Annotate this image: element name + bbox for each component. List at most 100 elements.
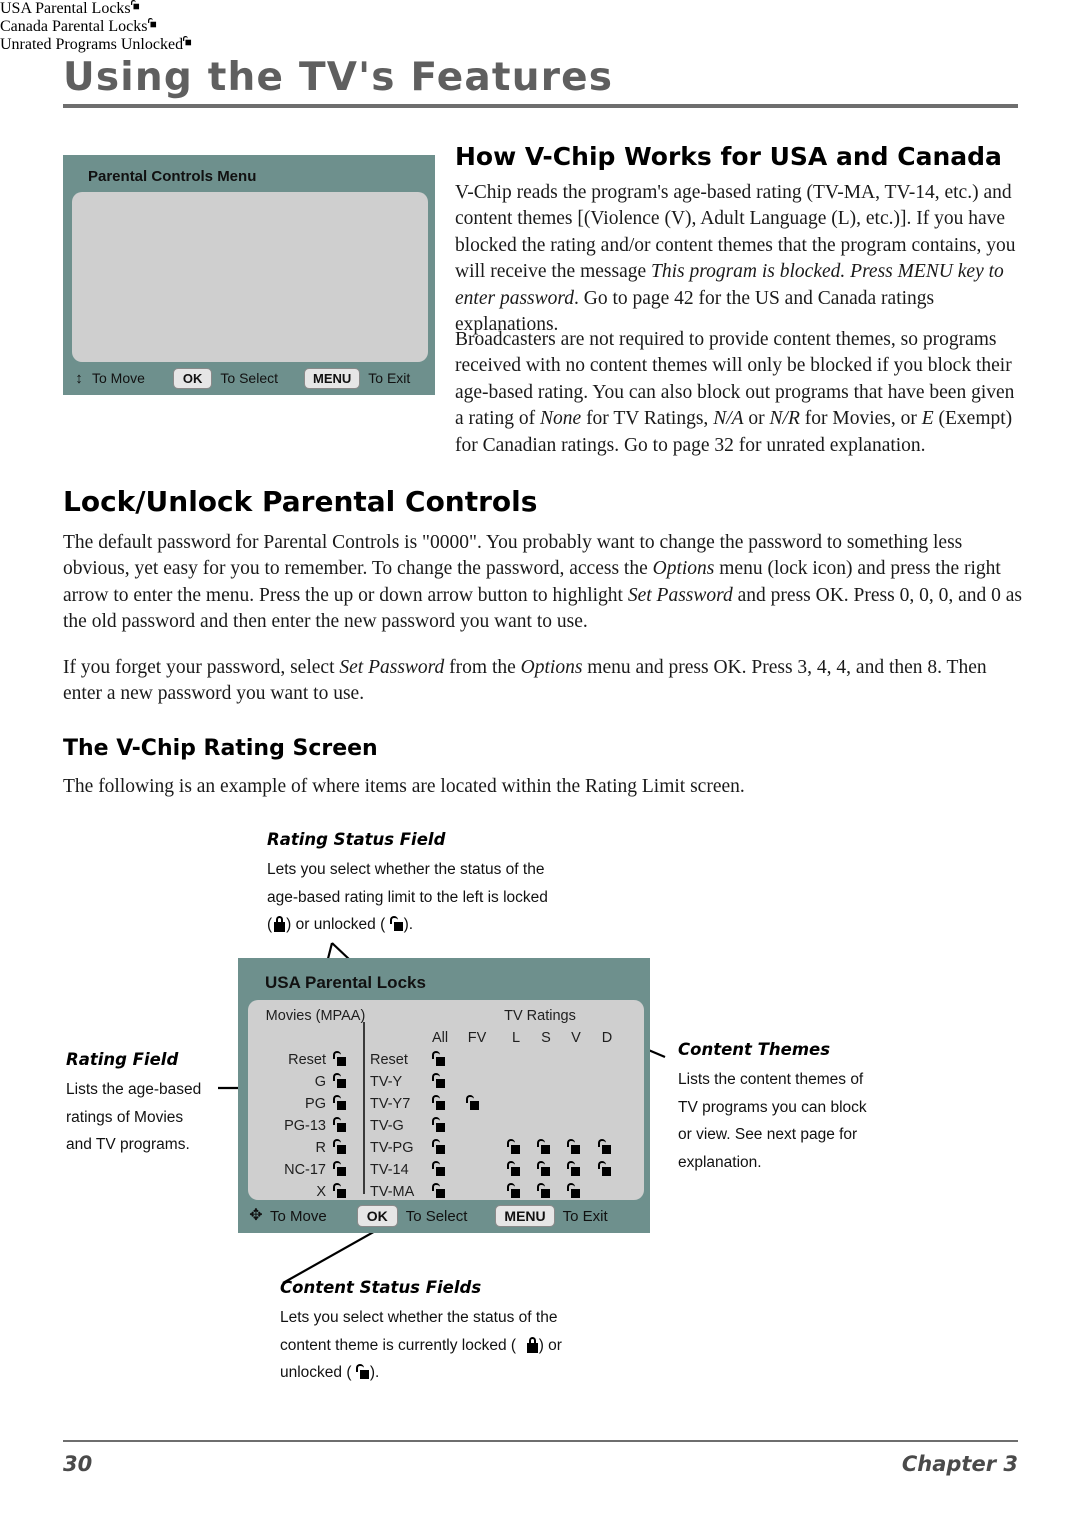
- paragraph-lock-unlock-1: The default password for Parental Contro…: [63, 532, 1022, 633]
- movies-row-label: NC-17: [284, 1162, 326, 1178]
- callout-body-content-themes: Lists the content themes of TV programs …: [678, 1066, 938, 1176]
- manual-page: Using the TV's Features Parental Control…: [0, 0, 1080, 1527]
- theme-unlock-icon-l[interactable]: [507, 1139, 520, 1154]
- theme-unlock-icon-v[interactable]: [567, 1183, 580, 1198]
- unlock-icon[interactable]: [333, 1183, 346, 1198]
- tv-row-label: TV-MA: [370, 1184, 415, 1200]
- unlock-icon[interactable]: [432, 1073, 445, 1088]
- tv-row-label: TV-G: [370, 1118, 404, 1134]
- theme-header-fv: FV: [467, 1030, 487, 1046]
- section-heading-how-vchip: How V-Chip Works for USA and Canada: [455, 142, 1002, 171]
- parental-controls-menu-list: USA Parental Locks Canada Parental Locks…: [0, 0, 1080, 54]
- usa-parental-locks-footer: ✥ To Move OK To Select MENU To Exit: [248, 1203, 644, 1229]
- dpad-icon: ✥: [249, 1207, 263, 1224]
- theme-unlock-icon-v[interactable]: [567, 1139, 580, 1154]
- callout-line: TV programs you can block: [678, 1098, 867, 1116]
- movies-column-header: Movies (MPAA): [265, 1008, 366, 1024]
- unlock-icon[interactable]: [432, 1051, 445, 1066]
- to-select-label: To Select: [405, 1207, 468, 1225]
- menu-key[interactable]: MENU: [304, 367, 361, 389]
- menu-item-unrated-programs[interactable]: Unrated Programs Unlocked: [0, 36, 1080, 54]
- lock-closed-icon: [525, 1336, 539, 1353]
- unlock-icon[interactable]: [333, 1095, 346, 1110]
- theme-unlock-icon-s[interactable]: [537, 1183, 550, 1198]
- tv-row-label: TV-Y: [370, 1074, 403, 1090]
- menu-key[interactable]: MENU: [495, 1205, 555, 1227]
- section-heading-rating-screen: The V-Chip Rating Screen: [63, 736, 378, 761]
- ok-key[interactable]: OK: [356, 1205, 398, 1227]
- movies-row-label: PG: [305, 1096, 326, 1112]
- callout-body-rating-status-field: Lets you select whether the status of th…: [267, 856, 667, 939]
- tv-row-label: TV-14: [370, 1162, 409, 1178]
- theme-header-all: All: [431, 1030, 449, 1046]
- unlock-icon[interactable]: [333, 1117, 346, 1132]
- callout-line: or view. See next page for: [678, 1126, 858, 1143]
- menu-item-canada-parental-locks[interactable]: Canada Parental Locks: [0, 18, 1080, 36]
- unlock-icon[interactable]: [432, 1183, 445, 1198]
- footer-divider: [63, 1440, 1018, 1442]
- parental-controls-menu-panel: [72, 192, 428, 362]
- callout-line: explanation.: [678, 1153, 762, 1171]
- callout-line: Lists the age-based: [66, 1081, 202, 1098]
- tv-row-label: TV-PG: [370, 1140, 414, 1156]
- movies-row-label: R: [315, 1140, 326, 1156]
- theme-header-v: V: [571, 1030, 581, 1046]
- unlock-icon[interactable]: [333, 1139, 346, 1154]
- menu-item-value: Unlocked: [120, 36, 184, 53]
- callout-line: unlocked ( ).: [280, 1364, 380, 1381]
- movies-row-label: PG-13: [284, 1118, 326, 1134]
- paragraph-how-vchip-2: Broadcasters are not required to provide…: [455, 329, 1015, 456]
- callout-title-content-status-fields: Content Status Fields: [280, 1278, 482, 1297]
- page-title: Using the TV's Features: [63, 55, 614, 100]
- theme-header-s: S: [541, 1030, 551, 1046]
- theme-header-d: D: [601, 1030, 613, 1046]
- theme-unlock-icon-s[interactable]: [537, 1139, 550, 1154]
- theme-unlock-icon-d[interactable]: [598, 1139, 611, 1154]
- callout-line: Lets you select whether the status of th…: [267, 861, 545, 878]
- lock-closed-icon: [272, 916, 286, 932]
- theme-unlock-icon-l[interactable]: [507, 1183, 520, 1198]
- callout-title-rating-status-field: Rating Status Field: [267, 830, 446, 849]
- theme-unlock-icon-v[interactable]: [567, 1161, 580, 1176]
- tv-ratings-column-header: TV Ratings: [504, 1008, 576, 1024]
- unlock-icon[interactable]: [333, 1073, 346, 1088]
- movies-row-label: Reset: [288, 1052, 326, 1068]
- theme-unlock-icon-l[interactable]: [507, 1161, 520, 1176]
- to-exit-label: To Exit: [368, 370, 411, 386]
- unlock-icon: [389, 916, 404, 932]
- column-divider: [363, 1022, 365, 1194]
- menu-item-usa-parental-locks[interactable]: USA Parental Locks: [0, 0, 1080, 18]
- callout-line: and TV programs.: [66, 1136, 190, 1153]
- callout-line: content theme is currently locked ( ) or: [280, 1336, 562, 1354]
- usa-parental-locks-title: USA Parental Locks: [265, 973, 426, 992]
- tv-row-label: TV-Y7: [370, 1096, 411, 1112]
- callout-line: Lists the content themes of: [678, 1071, 864, 1088]
- updown-arrow-icon: ↕: [75, 369, 83, 387]
- menu-item-label: Unrated Programs: [0, 36, 117, 53]
- paragraph-how-vchip-1: V-Chip reads the program's age-based rat…: [455, 182, 1016, 336]
- theme-unlock-icon-fv[interactable]: [466, 1095, 479, 1110]
- callout-line: ratings of Movies: [66, 1108, 184, 1126]
- theme-unlock-icon-d[interactable]: [598, 1161, 611, 1176]
- menu-item-label: USA Parental Locks: [0, 0, 131, 17]
- callout-line: age-based rating limit to the left is lo…: [267, 888, 548, 906]
- to-exit-label: To Exit: [562, 1207, 608, 1225]
- unlock-icon[interactable]: [432, 1095, 445, 1110]
- callout-body-content-status-fields: Lets you select whether the status of th…: [280, 1304, 680, 1387]
- tv-row-label: Reset: [370, 1052, 408, 1068]
- unlock-icon[interactable]: [432, 1117, 445, 1132]
- unlock-icon[interactable]: [333, 1161, 346, 1176]
- unlock-icon[interactable]: [432, 1161, 445, 1176]
- unlock-icon[interactable]: [432, 1139, 445, 1154]
- chapter-label: Chapter 3: [901, 1452, 1018, 1476]
- unlock-icon[interactable]: [333, 1051, 346, 1066]
- callout-line: () or unlocked ( ).: [267, 916, 414, 933]
- callout-line: Lets you select whether the status of th…: [280, 1309, 558, 1326]
- theme-unlock-icon-s[interactable]: [537, 1161, 550, 1176]
- header-divider: [63, 104, 1018, 108]
- ok-key[interactable]: OK: [172, 367, 213, 389]
- movies-row-label: X: [316, 1184, 326, 1200]
- menu-item-label: Canada Parental Locks: [0, 18, 148, 35]
- callout-title-content-themes: Content Themes: [678, 1040, 831, 1059]
- to-move-label: To Move: [270, 1207, 327, 1225]
